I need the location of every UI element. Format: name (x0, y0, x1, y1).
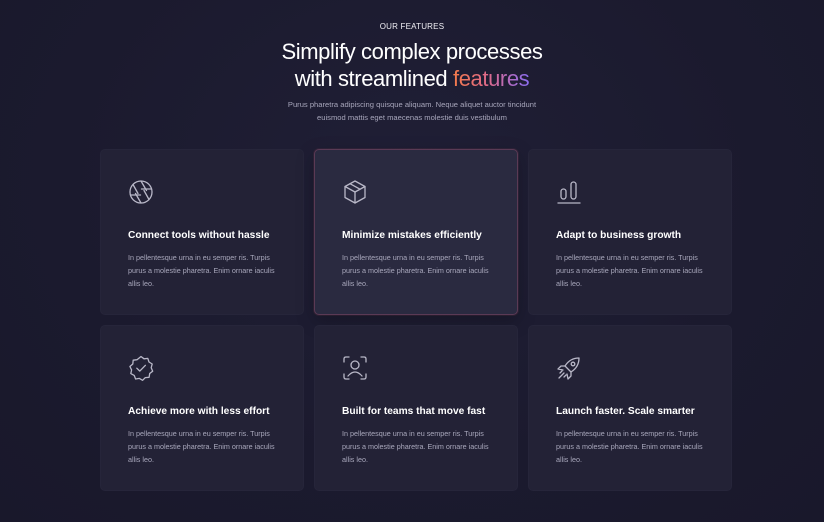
section-subtitle: Purus pharetra adipiscing quisque aliqua… (0, 98, 824, 124)
feature-card-achieve-more[interactable]: Achieve more with less effort In pellent… (100, 325, 304, 491)
feature-card-built-for-teams[interactable]: Built for teams that move fast In pellen… (314, 325, 518, 491)
feature-description: In pellentesque urna in eu semper ris. T… (556, 429, 703, 464)
headline-accent-word: features (452, 66, 530, 91)
section-eyebrow: OUR FEATURES (379, 22, 445, 31)
headline-line-2: with streamlined features (0, 65, 824, 92)
feature-title: Minimize mistakes efficiently (342, 230, 482, 241)
feature-card-adapt-growth[interactable]: Adapt to business growth In pellentesque… (528, 149, 732, 315)
feature-title: Connect tools without hassle (128, 230, 270, 241)
aperture-icon (127, 178, 155, 206)
feature-card-launch-faster[interactable]: Launch faster. Scale smarter In pellente… (528, 325, 732, 491)
section-headline: Simplify complex processes with streamli… (0, 38, 824, 92)
feature-description: In pellentesque urna in eu semper ris. T… (342, 429, 489, 464)
rocket-icon (555, 354, 583, 382)
cube-icon (341, 178, 369, 206)
feature-description: In pellentesque urna in eu semper ris. T… (342, 253, 489, 288)
verified-badge-icon (127, 354, 155, 382)
feature-description: In pellentesque urna in eu semper ris. T… (128, 253, 275, 288)
feature-title: Built for teams that move fast (342, 406, 486, 417)
feature-title: Launch faster. Scale smarter (556, 406, 695, 417)
subtitle-line-1: Purus pharetra adipiscing quisque aliqua… (287, 100, 537, 109)
subtitle-line-2: euismod mattis eget maecenas molestie du… (317, 113, 507, 122)
bar-chart-icon (555, 178, 583, 206)
user-focus-icon (341, 354, 369, 382)
feature-title: Achieve more with less effort (128, 406, 270, 417)
features-section: OUR FEATURES Simplify complex processes … (0, 0, 824, 522)
feature-description: In pellentesque urna in eu semper ris. T… (556, 253, 703, 288)
headline-line-2-prefix: with streamlined (294, 66, 453, 91)
feature-card-minimize-mistakes[interactable]: Minimize mistakes efficiently In pellent… (314, 149, 518, 315)
headline-line-1: Simplify complex processes (281, 39, 543, 64)
features-grid: Connect tools without hassle In pellente… (100, 149, 732, 492)
feature-card-connect-tools[interactable]: Connect tools without hassle In pellente… (100, 149, 304, 315)
feature-description: In pellentesque urna in eu semper ris. T… (128, 429, 275, 464)
feature-title: Adapt to business growth (556, 230, 682, 241)
